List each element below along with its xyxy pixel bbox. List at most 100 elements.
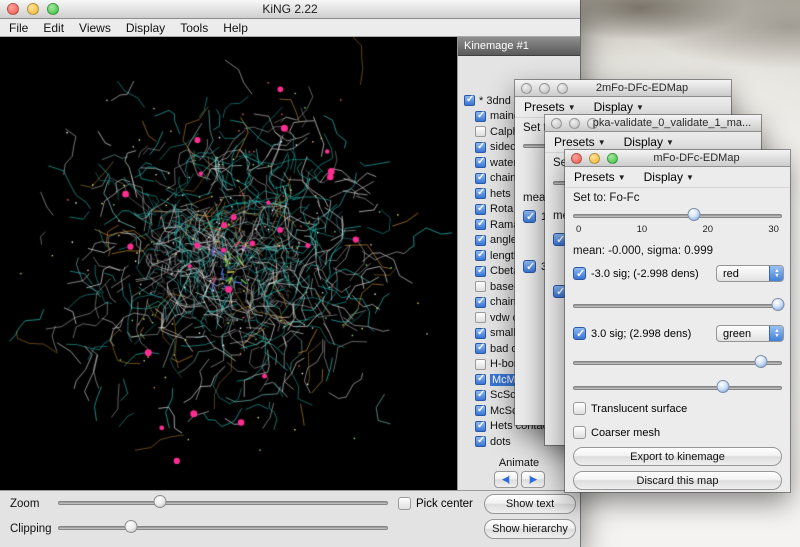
item-checkbox[interactable] — [475, 359, 486, 370]
item-checkbox[interactable] — [475, 204, 486, 215]
high-contour-label: 3.0 sig; (2.998 dens) — [591, 328, 691, 340]
slider-thumb[interactable] — [124, 520, 137, 533]
slider-thumb[interactable] — [154, 495, 167, 508]
slider-thumb[interactable] — [717, 380, 730, 393]
close-button[interactable] — [571, 153, 582, 164]
alpha-slider[interactable] — [573, 380, 782, 394]
molecule-viewport[interactable] — [0, 37, 457, 490]
extent-scale: 0102030 — [576, 224, 779, 235]
pick-center-checkbox-row[interactable]: Pick center — [398, 497, 473, 510]
item-checkbox[interactable] — [475, 188, 486, 199]
item-checkbox[interactable] — [475, 111, 486, 122]
minimize-button[interactable] — [589, 153, 600, 164]
item-checkbox[interactable] — [475, 297, 486, 308]
item-checkbox[interactable] — [475, 250, 486, 261]
coarser-mesh-label: Coarser mesh — [591, 427, 660, 439]
low-contour-slider[interactable] — [573, 298, 782, 312]
display-menu[interactable]: Display▼ — [644, 170, 694, 184]
presets-menu[interactable]: Presets▼ — [554, 135, 606, 149]
minimize-button[interactable] — [569, 118, 580, 129]
menu-help[interactable]: Help — [223, 21, 248, 35]
item-checkbox[interactable] — [475, 219, 486, 230]
high-contour-slider[interactable] — [573, 355, 782, 369]
titlebar[interactable]: 2mFo-DFc-EDMap — [515, 80, 731, 97]
dropdown-arrow-icon: ▼ — [598, 138, 606, 147]
animate-label: Animate — [458, 457, 580, 469]
item-checkbox[interactable] — [475, 126, 486, 137]
item-checkbox[interactable] — [475, 157, 486, 168]
tick-label: 30 — [768, 224, 779, 235]
pick-center-label: Pick center — [416, 498, 473, 510]
close-button[interactable] — [551, 118, 562, 129]
item-checkbox[interactable] — [464, 95, 475, 106]
main-titlebar[interactable]: KiNG 2.22 — [0, 0, 580, 19]
display-menu[interactable]: Display▼ — [624, 135, 674, 149]
clipping-label: Clipping — [10, 523, 52, 535]
item-checkbox[interactable] — [475, 390, 486, 401]
slider-track — [573, 304, 782, 308]
dropdown-arrow-icon: ▼ — [686, 173, 694, 182]
contour-checkbox[interactable] — [523, 260, 536, 273]
coarser-mesh-checkbox[interactable] — [573, 426, 586, 439]
selected-color-label: red — [723, 268, 739, 280]
display-menu[interactable]: Display▼ — [594, 100, 644, 114]
item-checkbox[interactable] — [475, 343, 486, 354]
coarser-mesh-row: Coarser mesh — [573, 426, 784, 439]
show-text-button[interactable]: Show text — [484, 494, 576, 514]
selected-color-label: green — [723, 328, 751, 340]
main-menubar: File Edit Views Display Tools Help — [0, 19, 580, 37]
menu-views[interactable]: Views — [79, 21, 111, 35]
menu-edit[interactable]: Edit — [43, 21, 64, 35]
item-checkbox[interactable] — [475, 142, 486, 153]
tick-label: 10 — [637, 224, 648, 235]
contour-checkbox[interactable] — [523, 210, 536, 223]
high-contour-checkbox[interactable] — [573, 327, 586, 340]
item-label: * 3dnd — [479, 95, 511, 107]
animate-next-button[interactable]: |▶ — [521, 471, 545, 488]
clipping-slider[interactable] — [58, 520, 388, 534]
slider-thumb[interactable] — [688, 208, 701, 221]
item-checkbox[interactable] — [475, 405, 486, 416]
item-checkbox[interactable] — [475, 173, 486, 184]
menu-file[interactable]: File — [9, 21, 28, 35]
kinemage-panel-header[interactable]: Kinemage #1 — [458, 37, 580, 56]
zoom-slider[interactable] — [58, 495, 388, 509]
discard-map-button[interactable]: Discard this map — [573, 471, 782, 490]
menu-display[interactable]: Display — [126, 21, 165, 35]
item-checkbox[interactable] — [475, 421, 486, 432]
presets-menu[interactable]: Presets▼ — [574, 170, 626, 184]
presets-menu[interactable]: Presets▼ — [524, 100, 576, 114]
slider-thumb[interactable] — [755, 355, 768, 368]
item-label: dots — [490, 436, 511, 448]
popup-arrows-icon: ▲▼ — [769, 325, 784, 342]
window-title: KiNG 2.22 — [60, 2, 520, 16]
high-contour-color-select[interactable]: green ▲▼ — [716, 325, 784, 342]
dropdown-arrow-icon: ▼ — [618, 173, 626, 182]
item-checkbox[interactable] — [475, 328, 486, 339]
minimize-button[interactable] — [27, 3, 39, 15]
translucent-surface-row: Translucent surface — [573, 402, 784, 415]
export-to-kinemage-button[interactable]: Export to kinemage — [573, 447, 782, 466]
minimize-button[interactable] — [539, 83, 550, 94]
slider-thumb[interactable] — [771, 298, 784, 311]
item-checkbox[interactable] — [475, 266, 486, 277]
item-checkbox[interactable] — [475, 235, 486, 246]
close-button[interactable] — [521, 83, 532, 94]
menu-tools[interactable]: Tools — [180, 21, 208, 35]
animate-prev-button[interactable]: ◀| — [494, 471, 518, 488]
item-checkbox[interactable] — [475, 312, 486, 323]
close-button[interactable] — [7, 3, 19, 15]
extent-slider[interactable] — [573, 208, 782, 222]
item-checkbox[interactable] — [475, 281, 486, 292]
low-contour-color-select[interactable]: red ▲▼ — [716, 265, 784, 282]
pick-center-checkbox[interactable] — [398, 497, 411, 510]
show-hierarchy-button[interactable]: Show hierarchy — [484, 519, 576, 539]
translucent-surface-checkbox[interactable] — [573, 402, 586, 415]
item-checkbox[interactable] — [475, 374, 486, 385]
titlebar[interactable]: pka-validate_0_validate_1_ma... — [545, 115, 761, 132]
zoom-button[interactable] — [47, 3, 59, 15]
titlebar[interactable]: mFo-DFc-EDMap — [565, 150, 790, 167]
low-contour-checkbox[interactable] — [573, 267, 586, 280]
tick-label: 0 — [576, 224, 581, 235]
item-checkbox[interactable] — [475, 436, 486, 447]
